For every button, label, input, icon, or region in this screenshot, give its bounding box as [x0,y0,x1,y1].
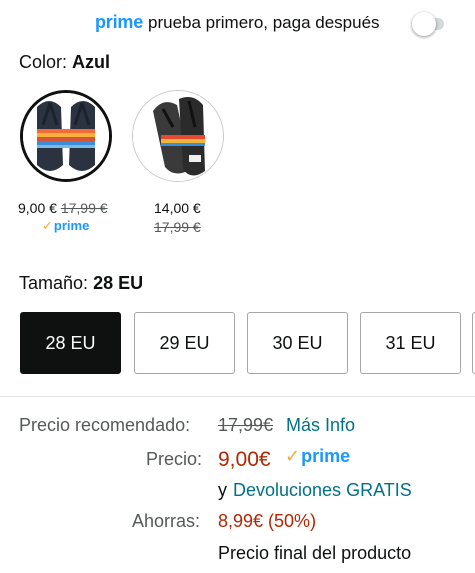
swatch-1-prime-badge: ✓prime [42,218,89,234]
prime-logo: prime [95,12,144,32]
size-option-29[interactable]: 29 EU [134,312,235,374]
section-divider [0,396,475,397]
prime-try-toggle[interactable] [412,10,444,36]
swatch-2-original-price: 17,99 € [154,219,201,235]
size-option-28[interactable]: 28 EU [20,312,121,374]
prime-bar-text: prueba primero, paga después [148,13,380,32]
color-label-text: Color: [19,52,68,72]
price-label: Precio: [146,449,203,469]
swatch-1-current-price: 9,00 € [18,200,57,216]
prime-check-icon: ✓ [42,218,53,233]
flip-flop-black-image [133,91,223,181]
price-value: 9,00€ [218,448,271,471]
recommended-price-value: 17,99€ [218,415,274,435]
prime-check-icon: ✓ [285,446,301,466]
recommended-price-label: Precio recomendado: [19,415,191,435]
size-label-text: Tamaño: [19,273,89,293]
size-option-31[interactable]: 31 EU [360,312,461,374]
prime-try-before-buy-bar: prime prueba primero, paga después [0,0,475,44]
and-text: y [218,480,227,500]
swatch-1-price: 9,00 € 17,99 € [18,200,108,216]
swatch-1-prime-text: prime [53,218,90,233]
flip-flop-blue-image [23,93,109,179]
price-prime-text: prime [301,446,351,466]
color-label: Color: Azul [19,52,110,73]
price-prime-badge: ✓prime [285,446,350,467]
savings-label: Ahorras: [132,511,201,531]
color-selected-value: Azul [72,52,111,72]
color-swatch-azul[interactable] [20,90,112,182]
toggle-knob [412,12,436,36]
more-info-link[interactable]: Más Info [286,415,355,436]
swatch-1-original-price: 17,99 € [60,200,108,216]
size-label: Tamaño: 28 EU [19,273,143,294]
color-swatch-black[interactable] [132,90,224,182]
savings-value: 8,99€ (50%) [218,511,317,531]
free-returns-link[interactable]: Devoluciones GRATIS [233,480,412,501]
size-selected-value: 28 EU [93,273,144,293]
swatch-2-current-price: 14,00 € [154,200,201,216]
final-price-note: Precio final del producto [218,543,412,563]
size-option-30[interactable]: 30 EU [247,312,348,374]
